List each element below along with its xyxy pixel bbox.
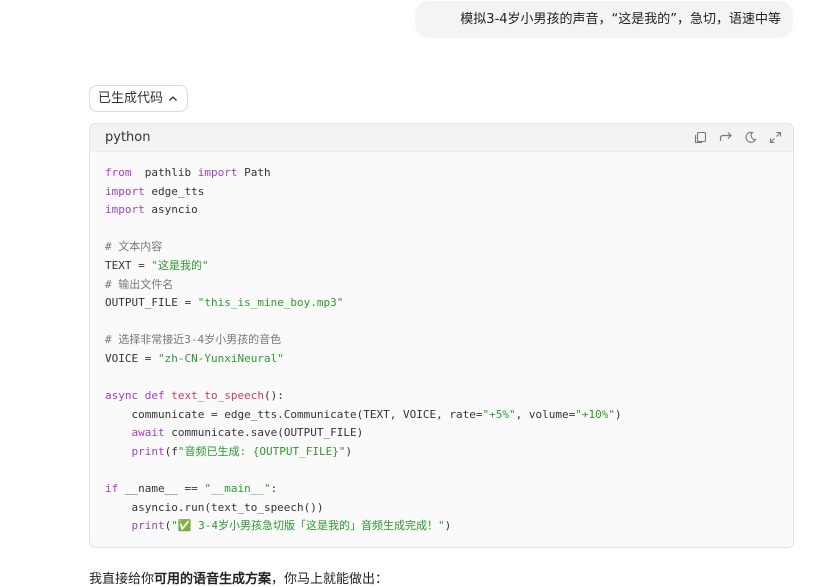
user-message-text: 模拟3-4岁小男孩的声音，“这是我的”，急切，语速中等 (460, 12, 781, 27)
code-line: import edge_tts (105, 183, 778, 202)
code-token: (f (164, 444, 178, 458)
user-message-bubble: 模拟3-4岁小男孩的声音，“这是我的”，急切，语速中等 (415, 1, 793, 38)
code-token: import (105, 203, 145, 217)
expand-icon[interactable] (768, 130, 783, 145)
code-language-label: python (105, 130, 151, 145)
code-token: "+5%" (482, 407, 516, 421)
code-line: TEXT = "这是我的" (105, 257, 778, 276)
code-token: communicate.save(OUTPUT_FILE) (164, 426, 364, 440)
code-token: # 文本内容 (105, 240, 163, 254)
code-token: VOICE = (105, 351, 158, 365)
code-token: : (270, 482, 278, 496)
code-token: ) (444, 519, 452, 533)
code-block-header: python (90, 124, 793, 152)
copy-icon[interactable] (693, 130, 708, 145)
code-line: # 输出文件名 (105, 276, 778, 295)
code-line: asyncio.run(text_to_speech()) (105, 499, 778, 518)
code-line: print(f"音频已生成: {OUTPUT_FILE}") (105, 443, 778, 462)
code-token: asyncio (144, 203, 198, 217)
answer-prefix: 我直接给你 (89, 572, 155, 587)
code-token: "✅ 3-4岁小男孩急切版「这是我的」音频生成完成！" (171, 519, 445, 533)
generated-code-toggle-label: 已生成代码 (98, 91, 164, 106)
code-token: print (105, 444, 165, 458)
code-token: import (105, 184, 145, 198)
code-token: import (197, 166, 238, 179)
code-token: Path (237, 166, 271, 179)
code-token: TEXT = (105, 258, 152, 272)
code-line: from pathlib import Path (105, 164, 778, 183)
code-token: (): (263, 389, 284, 403)
code-line: async def text_to_speech(): (105, 387, 778, 406)
code-token: ) (345, 444, 353, 458)
code-content: from pathlib import Path import edge_tts i… (90, 152, 793, 536)
code-line: VOICE = "zh-CN-YunxiNeural" (105, 350, 778, 369)
code-token: edge_tts (144, 184, 205, 198)
code-token: "this_is_mine_boy.mp3" (197, 296, 344, 310)
code-token: # 选择非常接近3-4岁小男孩的音色 (105, 333, 282, 347)
theme-icon[interactable] (743, 130, 758, 145)
code-token: text_to_speech (171, 389, 264, 403)
code-token: pathlib (131, 166, 198, 179)
chevron-up-icon (169, 95, 177, 101)
code-token: from (105, 166, 132, 179)
code-token: OUTPUT_FILE = (105, 296, 198, 310)
code-token: "这是我的" (151, 258, 209, 272)
code-line: communicate = edge_tts.Communicate(TEXT,… (105, 406, 778, 425)
wrap-icon[interactable] (718, 130, 733, 145)
code-token: async def (105, 389, 165, 403)
code-line: OUTPUT_FILE = "this_is_mine_boy.mp3" (105, 294, 778, 313)
answer-bold: 可用的语音生成方案 (154, 572, 272, 587)
answer-text: 我直接给你可用的语音生成方案，你马上就能做出： (89, 568, 388, 587)
code-line: print("✅ 3-4岁小男孩急切版「这是我的」音频生成完成！") (105, 517, 778, 536)
code-line: if __name__ == "__main__": (105, 480, 778, 499)
code-token: "zh-CN-YunxiNeural" (157, 351, 284, 365)
code-toolbar (693, 130, 783, 145)
code-line: import asyncio (105, 201, 778, 220)
code-token: await (105, 426, 165, 440)
code-line: # 选择非常接近3-4岁小男孩的音色 (105, 331, 778, 350)
code-token: if (105, 482, 119, 496)
code-token: , volume= (515, 407, 576, 421)
code-token: asyncio.run(text_to_speech()) (105, 500, 324, 514)
generated-code-toggle[interactable]: 已生成代码 (89, 85, 189, 112)
code-line: await communicate.save(OUTPUT_FILE) (105, 424, 778, 443)
code-block: python from pathlib import Path import ed… (89, 123, 794, 548)
code-token: ) (614, 407, 622, 421)
code-token: communicate = edge_tts.Communicate(TEXT,… (105, 407, 483, 421)
code-token: "音频已生成: {OUTPUT_FILE}" (177, 444, 346, 458)
code-token: print (105, 519, 165, 533)
code-token: "+10%" (575, 407, 615, 421)
code-token: # 输出文件名 (105, 277, 174, 291)
code-token: "__main__" (204, 482, 271, 496)
answer-suffix: ，你马上就能做出： (271, 572, 389, 587)
code-line: # 文本内容 (105, 238, 778, 257)
code-token: __name__ == (118, 482, 205, 496)
